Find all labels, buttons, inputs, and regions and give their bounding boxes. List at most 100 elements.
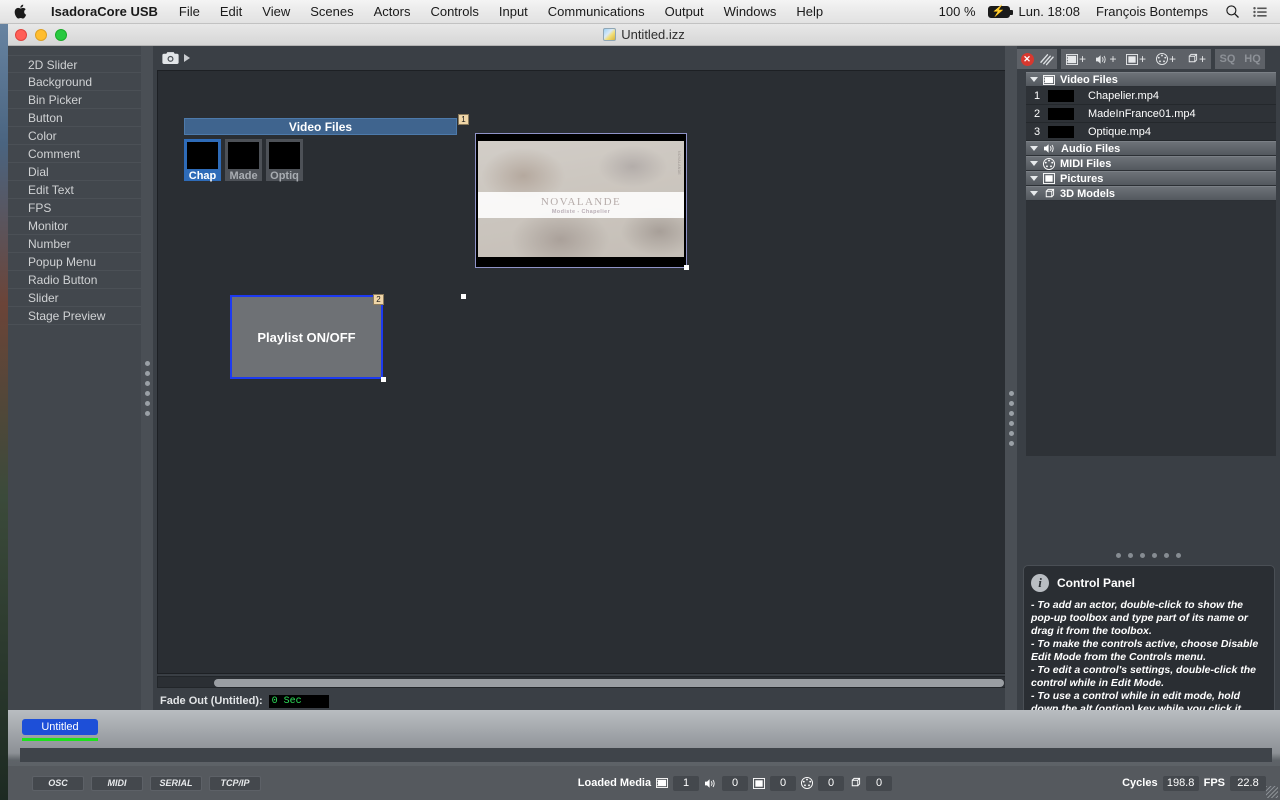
playlist-toggle-button[interactable]: Playlist ON/OFF 2 bbox=[230, 294, 386, 382]
sq-quality-button[interactable]: SQ bbox=[1215, 49, 1240, 69]
canvas-horizontal-scrollbar[interactable] bbox=[157, 676, 1009, 688]
minimize-button[interactable] bbox=[35, 28, 47, 41]
menu-actors[interactable]: Actors bbox=[364, 4, 421, 19]
media-bin-title: Pictures bbox=[1060, 172, 1104, 185]
resize-handle[interactable] bbox=[381, 377, 386, 382]
selection-handle[interactable] bbox=[461, 294, 466, 299]
editor-canvas[interactable]: Video Files 1 Chap Made Optiq NOVALANDE … bbox=[157, 70, 1009, 674]
media-row-index: 1 bbox=[1033, 89, 1041, 102]
toolbox-item-stage-preview[interactable]: Stage Preview bbox=[8, 307, 141, 325]
control-panel-help-box: i Control Panel - To add an actor, doubl… bbox=[1023, 565, 1275, 725]
media-bin-empty-area[interactable] bbox=[1026, 201, 1276, 456]
media-bin-header-video-files[interactable]: Video Files bbox=[1026, 72, 1276, 87]
stage-preview-control[interactable]: NOVALANDE Modiste - Chapelier NOVALANDE bbox=[475, 133, 689, 270]
add-audio-icon[interactable]: + bbox=[1091, 49, 1121, 69]
chevron-down-icon[interactable] bbox=[1030, 176, 1038, 181]
menu-input[interactable]: Input bbox=[489, 4, 538, 19]
scrollbar-thumb[interactable] bbox=[214, 679, 1004, 687]
chevron-down-icon[interactable] bbox=[1030, 77, 1038, 82]
play-triangle-icon[interactable] bbox=[184, 54, 190, 62]
toolbox-item-radio-button[interactable]: Radio Button bbox=[8, 271, 141, 289]
close-button[interactable] bbox=[15, 28, 27, 41]
menu-communications[interactable]: Communications bbox=[538, 4, 655, 19]
delete-media-icon[interactable]: ✕ bbox=[1017, 49, 1037, 69]
protocol-midi-button[interactable]: MIDI bbox=[91, 775, 143, 791]
toolbox-item-slider[interactable]: Slider bbox=[8, 289, 141, 307]
left-splitter[interactable] bbox=[141, 46, 153, 710]
toolbox-item-number[interactable]: Number bbox=[8, 235, 141, 253]
protocol-tcpip-button[interactable]: TCP/IP bbox=[209, 775, 261, 791]
bin-picker-cell[interactable]: Optiq bbox=[266, 139, 303, 182]
media-bin-header-midi-files[interactable]: MIDI Files bbox=[1026, 156, 1276, 171]
isadora-window: Untitled.izz 2D Slider Background Bin Pi… bbox=[8, 24, 1280, 800]
splitter-dot bbox=[144, 381, 150, 386]
toolbox-item-popup-menu[interactable]: Popup Menu bbox=[8, 253, 141, 271]
menu-edit[interactable]: Edit bbox=[210, 4, 252, 19]
media-panel-horizontal-splitter[interactable] bbox=[1017, 550, 1280, 560]
media-bin-header-3d-models[interactable]: 3D Models bbox=[1026, 186, 1276, 201]
toolbox-item-background[interactable]: Background bbox=[8, 73, 141, 91]
battery-icon[interactable]: ⚡ bbox=[987, 5, 1013, 18]
window-title: Untitled.izz bbox=[603, 27, 685, 42]
toolbox-item-button[interactable]: Button bbox=[8, 109, 141, 127]
media-bin-header-audio-files[interactable]: Audio Files bbox=[1026, 141, 1276, 156]
hq-quality-button[interactable]: HQ bbox=[1240, 49, 1265, 69]
scene-tab-strip: Untitled bbox=[8, 710, 1280, 748]
splitter-dot bbox=[144, 411, 150, 416]
menu-bar-status-items: 100 % ⚡ Lun. 18:08 François Bontemps bbox=[931, 4, 1280, 19]
control-center-icon[interactable] bbox=[1249, 6, 1280, 18]
search-icon[interactable] bbox=[1216, 4, 1249, 19]
toolbox-item-monitor[interactable]: Monitor bbox=[8, 217, 141, 235]
menu-clock[interactable]: Lun. 18:08 bbox=[1011, 4, 1088, 19]
broken-link-icon[interactable] bbox=[1037, 49, 1057, 69]
media-row[interactable]: 1 Chapelier.mp4 bbox=[1026, 87, 1276, 105]
scene-list-strip[interactable] bbox=[20, 748, 1272, 762]
apple-menu-icon[interactable] bbox=[0, 4, 40, 19]
camera-icon[interactable] bbox=[162, 51, 179, 65]
zoom-button[interactable] bbox=[55, 28, 67, 41]
fade-out-value[interactable]: 0 Sec bbox=[268, 694, 329, 708]
toolbox-item-edit-text[interactable]: Edit Text bbox=[8, 181, 141, 199]
fade-out-readout: Fade Out (Untitled): 0 Sec bbox=[157, 692, 1009, 710]
menu-windows[interactable]: Windows bbox=[714, 4, 787, 19]
bin-picker-cell[interactable]: Made bbox=[225, 139, 262, 182]
splitter-dot bbox=[1008, 391, 1014, 396]
add-picture-icon[interactable]: + bbox=[1121, 49, 1151, 69]
add-video-icon[interactable]: + bbox=[1061, 49, 1091, 69]
menu-view[interactable]: View bbox=[252, 4, 300, 19]
chevron-down-icon[interactable] bbox=[1030, 146, 1038, 151]
menu-user-name[interactable]: François Bontemps bbox=[1088, 4, 1216, 19]
menu-scenes[interactable]: Scenes bbox=[300, 4, 363, 19]
media-row[interactable]: 2 MadeInFrance01.mp4 bbox=[1026, 105, 1276, 123]
fade-out-label: Fade Out (Untitled): bbox=[160, 695, 263, 707]
chevron-down-icon[interactable] bbox=[1030, 161, 1038, 166]
resize-handle[interactable] bbox=[684, 265, 689, 270]
add-3d-model-icon[interactable]: + bbox=[1181, 49, 1211, 69]
bin-picker-cell[interactable]: Chap bbox=[184, 139, 221, 182]
toolbox-item-color[interactable]: Color bbox=[8, 127, 141, 145]
menu-output[interactable]: Output bbox=[655, 4, 714, 19]
scene-tab-untitled[interactable]: Untitled bbox=[22, 719, 98, 735]
toolbox-item-fps[interactable]: FPS bbox=[8, 199, 141, 217]
right-splitter[interactable] bbox=[1005, 46, 1017, 710]
bin-picker-control[interactable]: Video Files 1 Chap Made Optiq bbox=[184, 114, 469, 182]
toolbox-item-bin-picker[interactable]: Bin Picker bbox=[8, 91, 141, 109]
toolbox-item-2d-slider[interactable]: 2D Slider bbox=[8, 55, 141, 73]
splitter-dot bbox=[1116, 552, 1121, 558]
protocol-osc-button[interactable]: OSC bbox=[32, 775, 84, 791]
battery-percent[interactable]: 100 % bbox=[931, 4, 984, 19]
toolbox-item-comment[interactable]: Comment bbox=[8, 145, 141, 163]
menu-controls[interactable]: Controls bbox=[420, 4, 488, 19]
protocol-serial-button[interactable]: SERIAL bbox=[150, 775, 202, 791]
media-bin-header-pictures[interactable]: Pictures bbox=[1026, 171, 1276, 186]
cube-icon bbox=[849, 777, 861, 789]
window-resize-grip[interactable] bbox=[1266, 786, 1278, 798]
menu-help[interactable]: Help bbox=[786, 4, 833, 19]
loaded-video-count: 1 bbox=[673, 775, 700, 791]
toolbox-item-dial[interactable]: Dial bbox=[8, 163, 141, 181]
menu-file[interactable]: File bbox=[169, 4, 210, 19]
chevron-down-icon[interactable] bbox=[1030, 191, 1038, 196]
add-midi-icon[interactable]: + bbox=[1151, 49, 1181, 69]
menu-app-name[interactable]: IsadoraCore USB bbox=[40, 4, 169, 19]
media-row[interactable]: 3 Optique.mp4 bbox=[1026, 123, 1276, 141]
